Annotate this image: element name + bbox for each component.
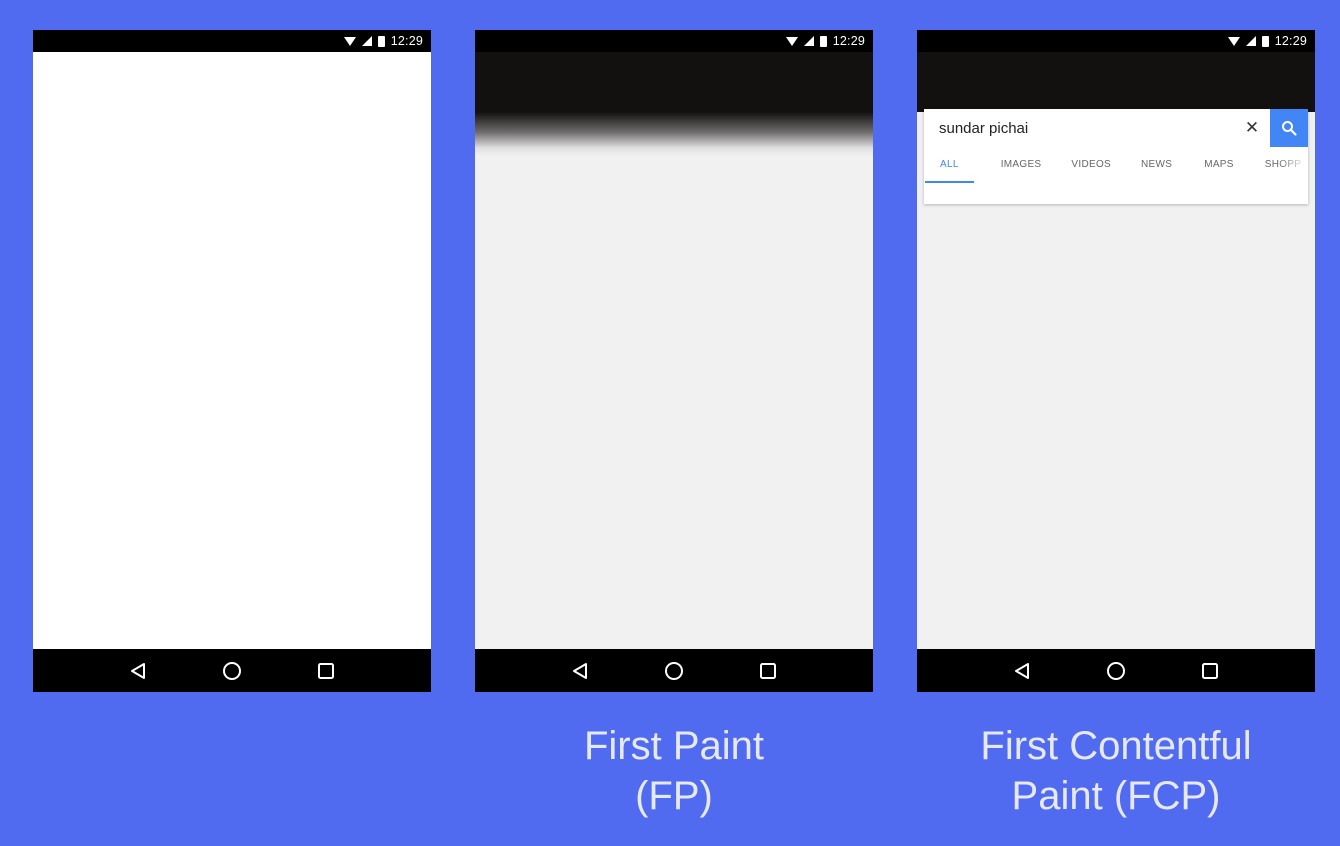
recents-icon[interactable]	[757, 660, 779, 682]
battery-icon	[377, 35, 385, 47]
nav-bar	[917, 649, 1315, 692]
status-time: 12:29	[1274, 34, 1307, 48]
home-icon[interactable]	[221, 660, 243, 682]
signal-icon	[803, 36, 814, 46]
search-input[interactable]	[939, 118, 1229, 138]
status-bar: 12:29	[33, 30, 431, 52]
status-bar: 12:29	[917, 30, 1315, 52]
recents-icon[interactable]	[1199, 660, 1221, 682]
battery-icon	[1261, 35, 1269, 47]
search-tabs: ALL IMAGES VIDEOS NEWS MAPS SHOPP	[924, 147, 1308, 183]
caption-line: First Contentful	[980, 724, 1252, 768]
tab-videos[interactable]: VIDEOS	[1071, 147, 1111, 183]
caption-line: First Paint	[583, 724, 765, 768]
slide: 12:29 12:29 12:29 sundar pichai ✕ ALL IM…	[0, 0, 1340, 846]
screen-blank	[33, 52, 431, 649]
search-button[interactable]	[1270, 109, 1308, 147]
wifi-icon	[785, 36, 798, 46]
recents-icon[interactable]	[315, 660, 337, 682]
wifi-icon	[343, 36, 356, 46]
status-time: 12:29	[832, 34, 865, 48]
caption-line: (FP)	[635, 774, 713, 818]
signal-icon	[361, 36, 372, 46]
tab-all[interactable]: ALL	[925, 147, 974, 183]
status-bar: 12:29	[475, 30, 873, 52]
phone-first-paint: 12:29	[475, 30, 873, 692]
nav-bar	[475, 649, 873, 692]
screen-first-paint	[475, 52, 873, 649]
search-card: ✕ ALL IMAGES VIDEOS NEWS MAPS SHOPP	[924, 109, 1308, 204]
phone-blank: 12:29	[33, 30, 431, 692]
back-icon[interactable]	[127, 660, 149, 682]
signal-icon	[1245, 36, 1256, 46]
home-icon[interactable]	[1105, 660, 1127, 682]
home-icon[interactable]	[663, 660, 685, 682]
caption-first-contentful-paint: First Contentful Paint (FCP)	[917, 721, 1315, 821]
caption-line: Paint (FCP)	[1011, 774, 1221, 818]
tab-images[interactable]: IMAGES	[1001, 147, 1042, 183]
screen-first-contentful-paint: ✕ ALL IMAGES VIDEOS NEWS MAPS SHOPP	[917, 52, 1315, 649]
close-icon[interactable]: ✕	[1242, 115, 1262, 141]
search-icon	[1282, 121, 1297, 136]
search-bar: ✕	[924, 109, 1308, 147]
tab-maps[interactable]: MAPS	[1204, 147, 1234, 183]
wifi-icon	[1227, 36, 1240, 46]
nav-bar	[33, 649, 431, 692]
caption-first-paint: First Paint (FP)	[475, 721, 873, 821]
back-icon[interactable]	[1011, 660, 1033, 682]
status-time: 12:29	[390, 34, 423, 48]
page-header	[917, 52, 1315, 112]
back-icon[interactable]	[569, 660, 591, 682]
battery-icon	[819, 35, 827, 47]
phone-first-contentful-paint: 12:29 ✕ ALL IMAGES V	[917, 30, 1315, 692]
tab-news[interactable]: NEWS	[1141, 147, 1172, 183]
tabs-fade	[1278, 147, 1308, 183]
